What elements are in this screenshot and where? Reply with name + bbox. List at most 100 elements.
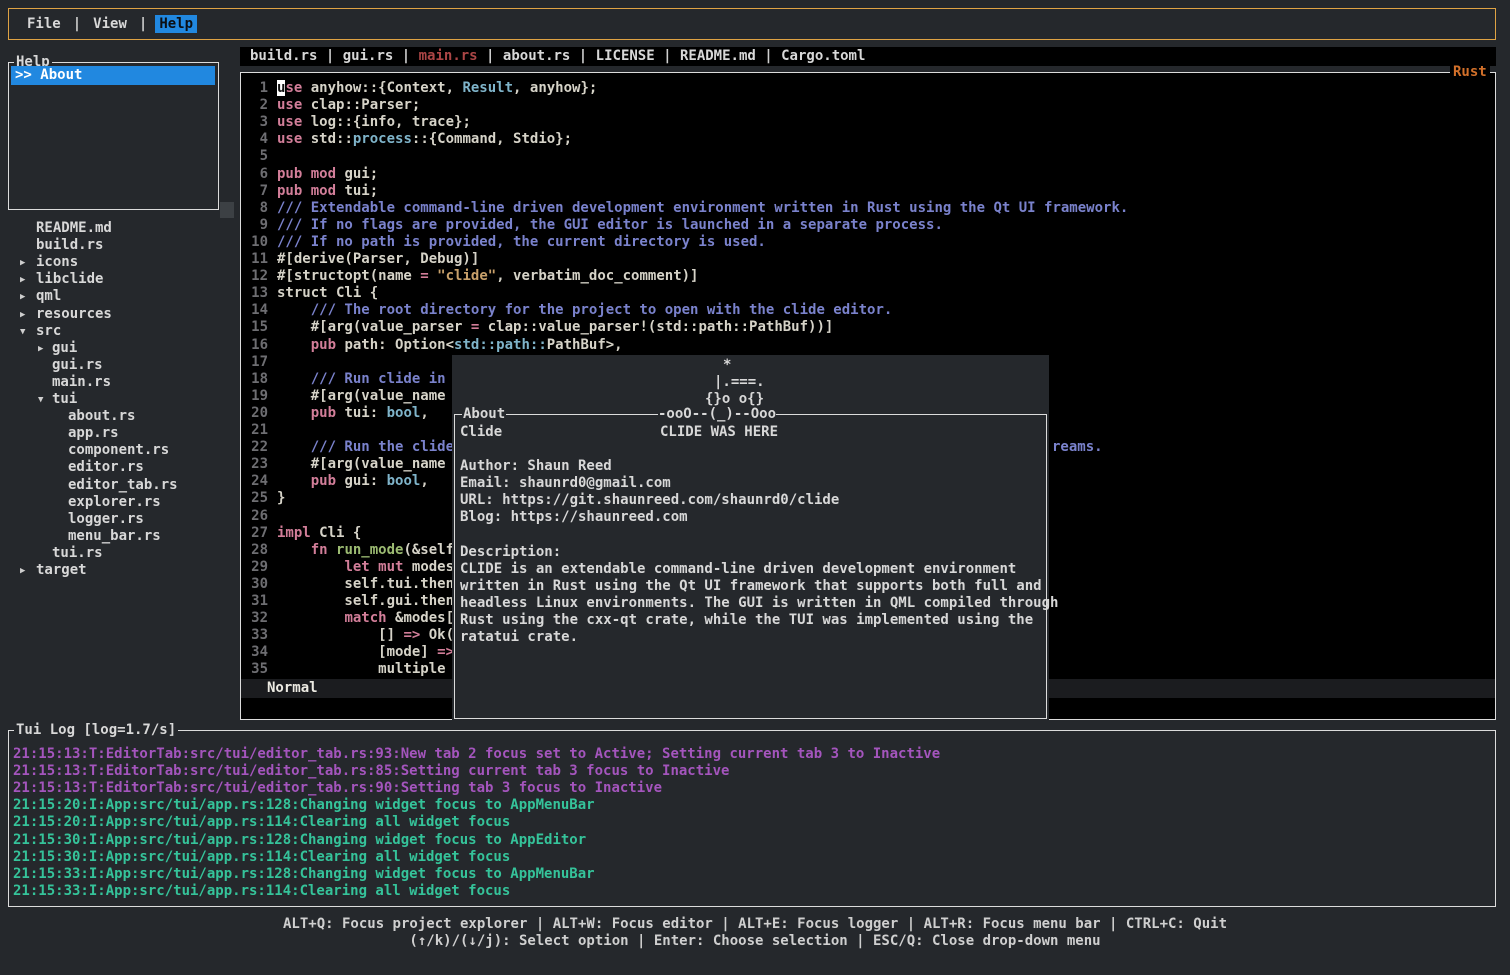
code-line-4: 4use std::process::{Command, Stdio}; <box>248 131 572 148</box>
line-number: 18 <box>248 371 268 388</box>
help-bar-line-2: (↑/k)/(↓/j): Select option | Enter: Choo… <box>0 933 1510 950</box>
menu-item-file[interactable]: File <box>23 15 65 33</box>
code-line-2: 2use clap::Parser; <box>248 97 420 114</box>
code-line-29: 29 let mut modes <box>248 559 454 576</box>
line-number: 17 <box>248 354 268 371</box>
menu-item-view[interactable]: View <box>89 15 131 33</box>
tree-item-tui[interactable]: ▼tui <box>8 391 238 408</box>
tree-item-build-rs[interactable]: build.rs <box>8 237 238 254</box>
code-line-27: 27impl Cli { <box>248 525 361 542</box>
ascii-art-border: -ooO--(_)--Ooo <box>658 406 776 423</box>
explorer-scrollbar-thumb[interactable] <box>220 202 234 218</box>
tree-item-readme-md[interactable]: README.md <box>8 220 238 237</box>
code-line-7: 7pub mod tui; <box>248 183 378 200</box>
code-line-28: 28 fn run_mode(&self) <box>248 542 462 559</box>
app-window: File|View|Help Help >> About README.mdbu… <box>0 0 1510 975</box>
line-number: 19 <box>248 388 268 405</box>
line-number: 15 <box>248 319 268 336</box>
tree-item-target[interactable]: ▶target <box>8 562 238 579</box>
code-line-13: 13struct Cli { <box>248 285 378 302</box>
tree-item-qml[interactable]: ▶ qml <box>8 288 238 305</box>
tree-item-editor-tab-rs[interactable]: editor_tab.rs <box>8 477 238 494</box>
line-number: 21 <box>248 422 268 439</box>
code-line-25: 25} <box>248 490 285 507</box>
menu-item-help[interactable]: Help <box>155 15 197 33</box>
chevron-right-icon[interactable]: ▶ <box>38 341 43 358</box>
line-number: 5 <box>248 148 268 165</box>
code-line-19: 19 #[arg(value_name = <box>248 388 462 405</box>
tab-main-rs[interactable]: main.rs <box>419 48 478 64</box>
line-number: 16 <box>248 337 268 354</box>
code-line-26: 26 <box>248 508 277 525</box>
line-number: 11 <box>248 251 268 268</box>
tree-item-logger-rs[interactable]: logger.rs <box>8 511 238 528</box>
chevron-down-icon[interactable]: ▼ <box>38 392 43 409</box>
log-entry: 21:15:13:T:EditorTab:src/tui/editor_tab.… <box>13 763 729 780</box>
log-entry: 21:15:33:I:App:src/tui/app.rs:128:Changi… <box>13 866 595 883</box>
tab-about-rs[interactable]: about.rs <box>503 48 570 64</box>
log-entry: 21:15:33:I:App:src/tui/app.rs:114:Cleari… <box>13 883 510 900</box>
tree-item-label: gui <box>52 340 77 357</box>
code-line-18: 18 /// Run clide in h <box>248 371 462 388</box>
help-dropdown: Help >> About <box>8 62 219 210</box>
tree-item-label: menu_bar.rs <box>68 528 161 545</box>
about-app-name: Clide <box>460 424 502 441</box>
code-line-3: 3use log::{info, trace}; <box>248 114 471 131</box>
line-number: 9 <box>248 217 268 234</box>
log-entry: 21:15:13:T:EditorTab:src/tui/editor_tab.… <box>13 746 940 763</box>
chevron-right-icon[interactable]: ▶ <box>20 272 25 289</box>
code-line-10: 10/// If no path is provided, the curren… <box>248 234 766 251</box>
tab-readme-md[interactable]: README.md <box>680 48 756 64</box>
line-number: 28 <box>248 542 268 559</box>
code-line-35: 35 multiple = <box>248 661 462 678</box>
tab-license[interactable]: LICENSE <box>596 48 655 64</box>
code-line-14: 14 /// The root directory for the projec… <box>248 302 892 319</box>
line-number: 35 <box>248 661 268 678</box>
code-line-12: 12#[structopt(name = "clide", verbatim_d… <box>248 268 698 285</box>
tree-item-label: editor_tab.rs <box>68 477 178 494</box>
tree-item-gui[interactable]: ▶ gui <box>8 340 238 357</box>
chevron-right-icon[interactable]: ▶ <box>20 563 25 580</box>
code-line-11: 11#[derive(Parser, Debug)] <box>248 251 479 268</box>
tree-item-tui-rs[interactable]: tui.rs <box>8 545 238 562</box>
tree-item-app-rs[interactable]: app.rs <box>8 425 238 442</box>
tree-item-main-rs[interactable]: main.rs <box>8 374 238 391</box>
code-line-32: 32 match &modes[. <box>248 610 462 627</box>
line-number: 8 <box>248 200 268 217</box>
tab-cargo-toml[interactable]: Cargo.toml <box>781 48 865 64</box>
code-line-5: 5 <box>248 148 277 165</box>
chevron-right-icon[interactable]: ▶ <box>20 255 25 272</box>
code-line-24: 24 pub gui: bool, <box>248 473 429 490</box>
about-text-line: Blog: https://shaunreed.com <box>460 509 688 526</box>
about-text-line: headless Linux environments. The GUI is … <box>460 595 1058 612</box>
code-line-16: 16 pub path: Option<std::path::PathBuf>, <box>248 337 623 354</box>
menu-bar: File|View|Help <box>8 8 1496 40</box>
tree-item-explorer-rs[interactable]: explorer.rs <box>8 494 238 511</box>
code-line-30: 30 self.tui.then( <box>248 576 462 593</box>
tree-item-label: build.rs <box>36 237 103 254</box>
tree-item-label: qml <box>36 288 61 305</box>
tree-item-src[interactable]: ▼src <box>8 323 238 340</box>
language-badge: Rust <box>1450 64 1490 81</box>
tree-item-menu-bar-rs[interactable]: menu_bar.rs <box>8 528 238 545</box>
tree-item-resources[interactable]: ▶resources <box>8 306 238 323</box>
code-line-20: 20 pub tui: bool, <box>248 405 429 422</box>
code-line-22: 22 /// Run the clide <box>248 439 462 456</box>
line-number: 20 <box>248 405 268 422</box>
tab-build-rs[interactable]: build.rs <box>250 48 317 64</box>
tree-item-libclide[interactable]: ▶libclide <box>8 271 238 288</box>
tree-item-icons[interactable]: ▶icons <box>8 254 238 271</box>
chevron-down-icon[interactable]: ▼ <box>20 324 25 341</box>
tree-item-gui-rs[interactable]: gui.rs <box>8 357 238 374</box>
tree-item-editor-rs[interactable]: editor.rs <box>8 459 238 476</box>
tree-item-component-rs[interactable]: component.rs <box>8 442 238 459</box>
tree-item-about-rs[interactable]: about.rs <box>8 408 238 425</box>
line-number: 6 <box>248 166 268 183</box>
chevron-right-icon[interactable]: ▶ <box>20 289 25 306</box>
code-overflow-fragment: reams. <box>1052 439 1103 456</box>
tab-gui-rs[interactable]: gui.rs <box>343 48 394 64</box>
chevron-right-icon[interactable]: ▶ <box>20 307 25 324</box>
about-text-line: Rust using the cxx-qt crate, while the T… <box>460 612 1033 629</box>
line-number: 27 <box>248 525 268 542</box>
dropdown-item-about[interactable]: >> About <box>11 66 215 85</box>
